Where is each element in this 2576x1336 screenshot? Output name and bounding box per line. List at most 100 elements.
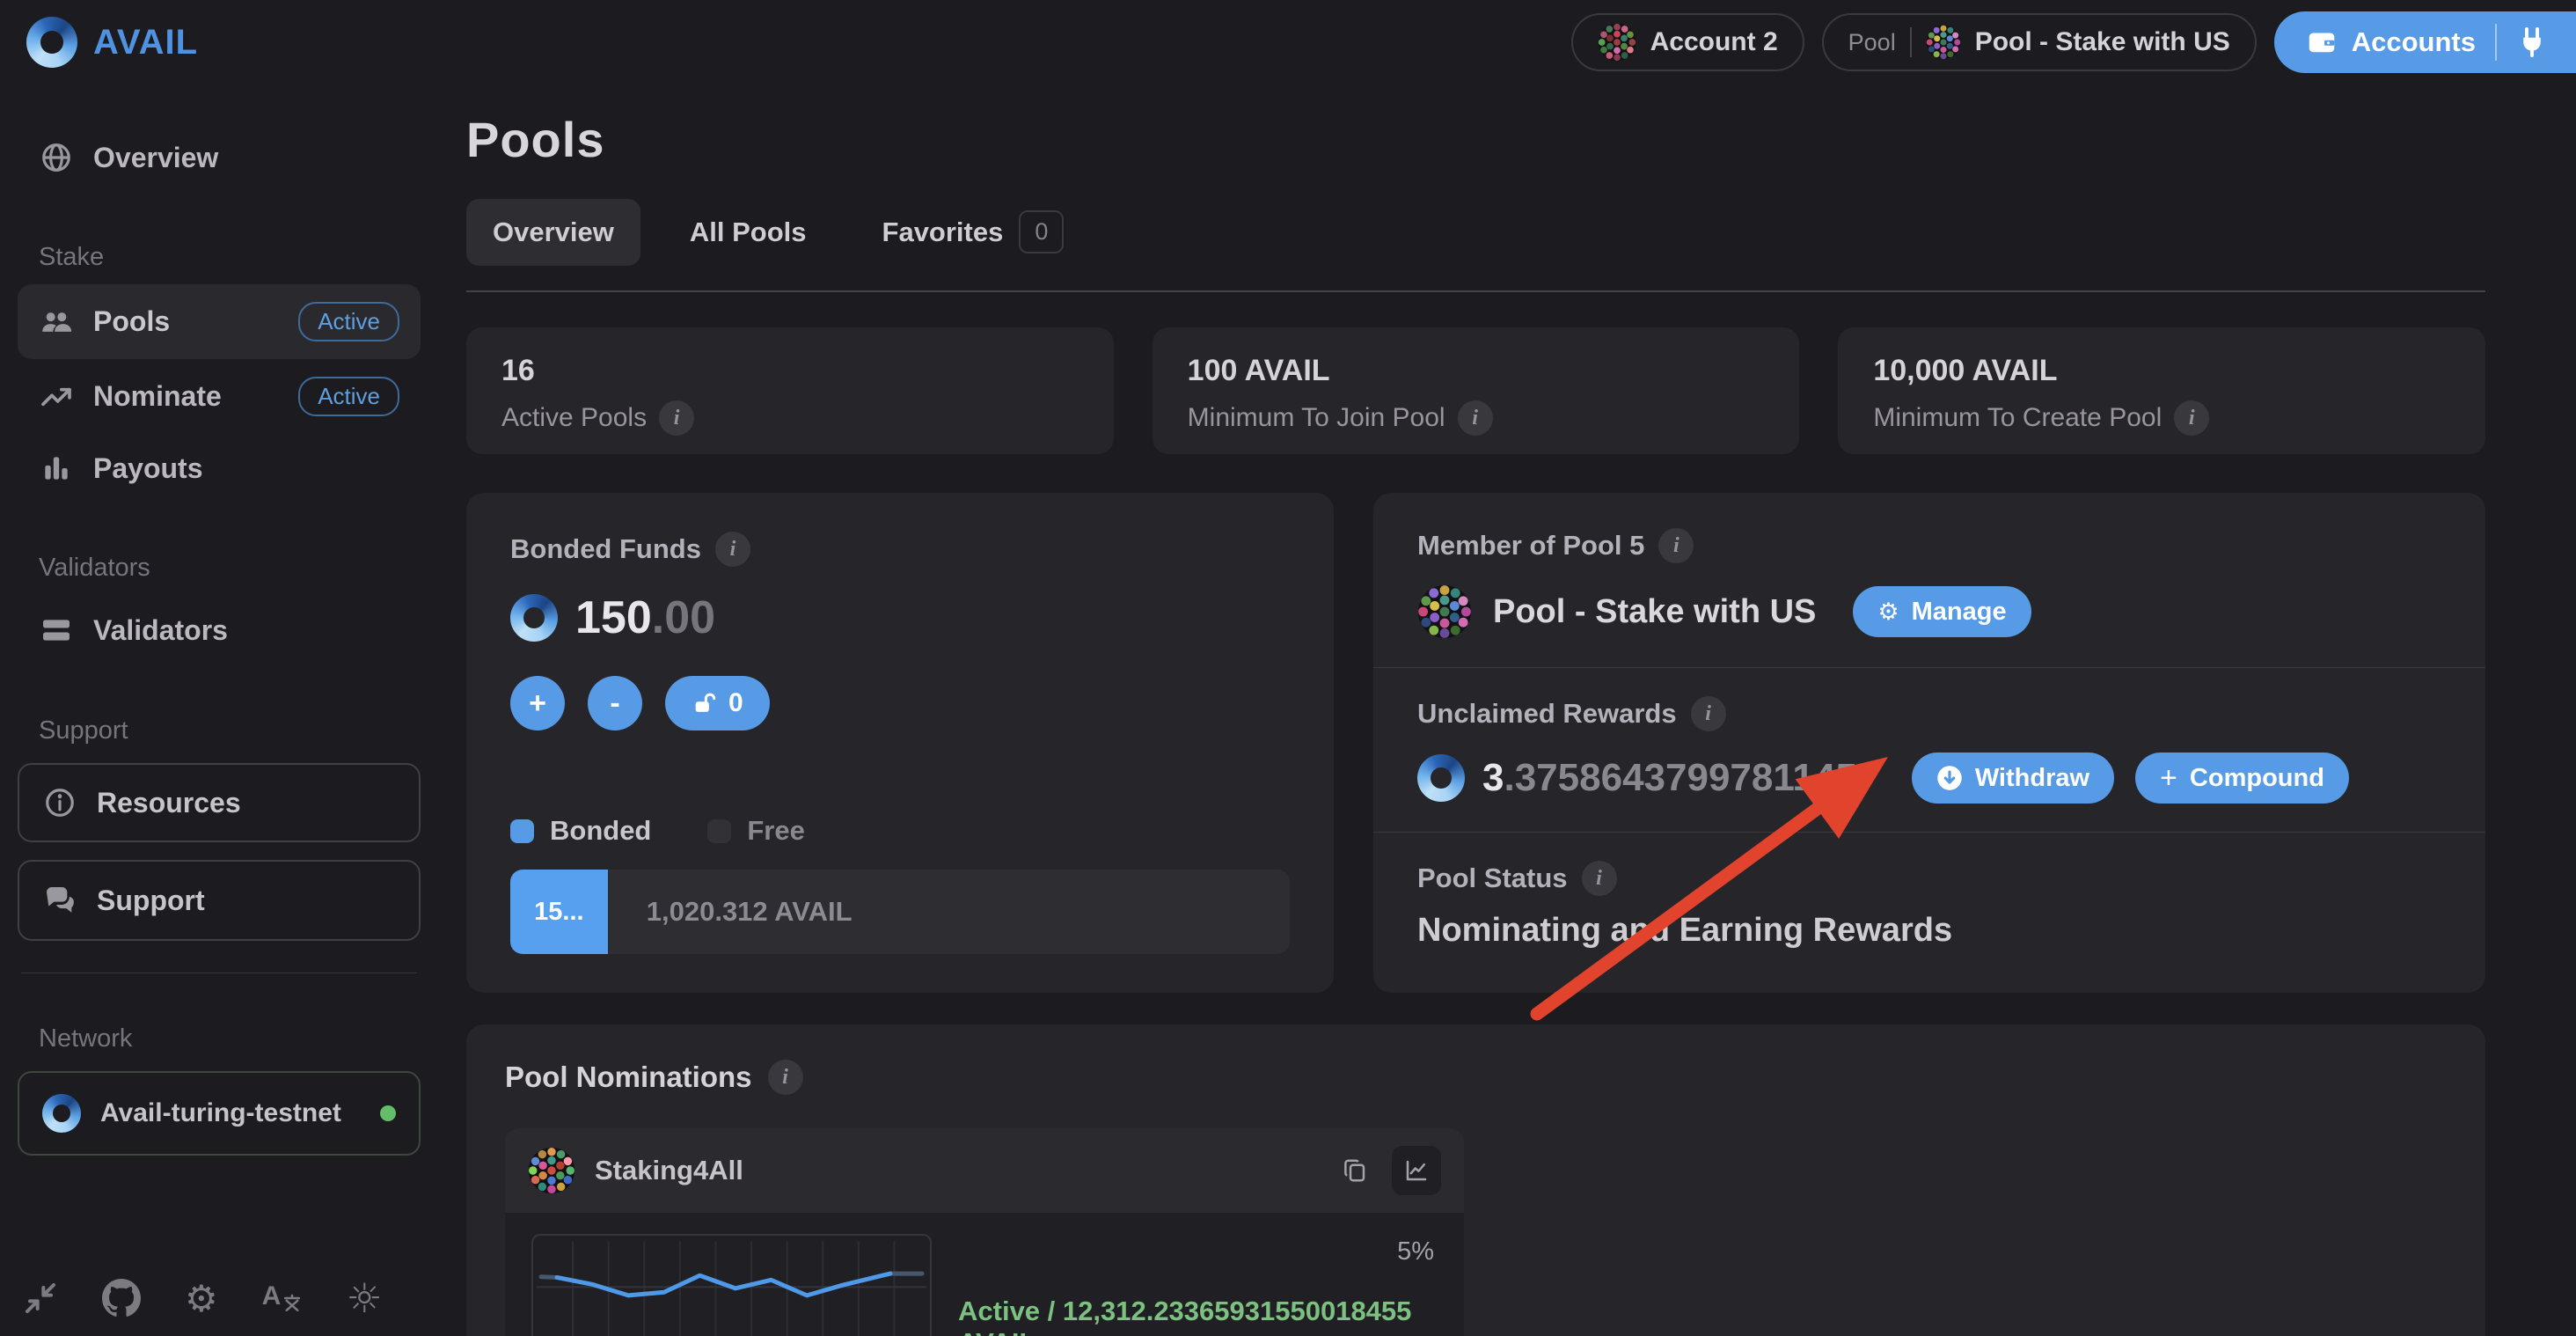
legend-free-label: Free <box>747 815 804 847</box>
account-pill[interactable]: Account 2 <box>1571 13 1804 71</box>
server-icon <box>39 613 74 648</box>
divider <box>1373 832 2485 833</box>
validator-metrics-button[interactable] <box>1392 1146 1441 1195</box>
sidebar-item-payouts[interactable]: Payouts <box>18 434 421 503</box>
bonded-amount-decimals: .00 <box>652 592 715 643</box>
brand-logo[interactable]: AVAIL <box>26 17 198 68</box>
nominate-active-badge: Active <box>298 377 399 416</box>
theme-toggle-button[interactable]: ☼ <box>346 1274 382 1322</box>
accounts-button-label: Accounts <box>2352 26 2476 58</box>
withdraw-button[interactable]: Withdraw <box>1912 752 2114 804</box>
account-pill-label: Account 2 <box>1650 27 1778 57</box>
pool-pill-prefix: Pool <box>1848 29 1896 56</box>
accounts-pill-divider <box>2495 24 2497 61</box>
sidebar-item-nominate[interactable]: Nominate Active <box>18 359 421 434</box>
info-icon[interactable]: i <box>715 532 750 567</box>
stat-label: Minimum To Join Pool <box>1188 403 1445 433</box>
copy-address-button[interactable] <box>1330 1146 1379 1195</box>
pool-pill-label: Pool - Stake with US <box>1975 27 2230 57</box>
app-root: AVAIL Account 2 Pool Pool - Stake with U… <box>0 0 2576 1336</box>
sidebar-item-support[interactable]: Support <box>18 860 421 941</box>
sidebar-item-label: Overview <box>93 142 218 174</box>
chat-bubbles-icon <box>42 883 77 918</box>
stat-value: 10,000 AVAIL <box>1873 354 2450 388</box>
pool-nominations-title: Pool Nominations <box>505 1061 752 1094</box>
network-status-dot <box>380 1105 396 1121</box>
pool-identicon <box>1926 25 1961 60</box>
manage-button[interactable]: ⚙ Manage <box>1853 586 2031 637</box>
unclaimed-amount-decimals: .3758643799781145 <box>1504 756 1856 799</box>
bonded-amount: 150 <box>575 592 652 643</box>
sun-icon: ☼ <box>346 1274 382 1322</box>
stat-card-active-pools: 16 Active Pools i <box>466 327 1114 454</box>
stat-label: Minimum To Create Pool <box>1873 403 2162 433</box>
commission-rate: 5% <box>1397 1237 1434 1266</box>
connect-plug-button[interactable] <box>2516 26 2553 58</box>
bonded-ratio-bar[interactable]: 15... 1,020.312 AVAIL <box>510 870 1290 954</box>
accounts-pill: Accounts <box>2274 11 2576 73</box>
github-icon <box>102 1279 141 1318</box>
avail-token-icon <box>1417 754 1465 802</box>
bond-add-button[interactable]: + <box>510 676 565 730</box>
topbar-right: Account 2 Pool Pool - Stake with US Acco… <box>1571 0 2576 84</box>
info-icon[interactable]: i <box>1582 861 1617 896</box>
tab-label: All Pools <box>690 217 807 248</box>
tabs-divider <box>466 290 2485 292</box>
info-icon[interactable]: i <box>659 400 694 436</box>
sidebar-item-label: Validators <box>93 614 228 647</box>
tab-favorites[interactable]: Favorites 0 <box>856 193 1091 271</box>
avail-token-icon <box>510 594 558 642</box>
stat-value: 100 AVAIL <box>1188 354 1765 388</box>
sidebar-section-validators: Validators <box>18 554 421 583</box>
info-icon[interactable]: i <box>768 1060 803 1095</box>
bonded-legend: Bonded Free <box>510 815 1290 847</box>
sidebar-item-overview[interactable]: Overview <box>18 123 421 192</box>
tabs: Overview All Pools Favorites 0 <box>466 193 2485 271</box>
language-icon: A <box>262 1283 303 1313</box>
pool-status-title: Pool Status <box>1417 863 1568 894</box>
unclaimed-rewards-title: Unclaimed Rewards <box>1417 698 1677 730</box>
compound-button[interactable]: + Compound <box>2135 752 2349 804</box>
settings-button[interactable]: ⚙ <box>185 1277 218 1320</box>
pool-pill[interactable]: Pool Pool - Stake with US <box>1822 13 2257 71</box>
tab-label: Overview <box>493 217 614 248</box>
validator-identicon <box>528 1147 575 1194</box>
era-points-sparkline <box>531 1234 932 1336</box>
info-icon[interactable]: i <box>1658 528 1694 563</box>
language-button[interactable]: A <box>262 1283 303 1313</box>
tab-label: Favorites <box>882 217 1004 248</box>
withdraw-arrow-icon <box>1936 765 1963 791</box>
legend-bonded-swatch <box>510 819 534 843</box>
sidebar-item-validators[interactable]: Validators <box>18 595 421 665</box>
sidebar-item-resources[interactable]: Resources <box>18 763 421 842</box>
pools-active-badge: Active <box>298 302 399 341</box>
accounts-button[interactable]: Accounts <box>2306 26 2476 58</box>
main-content: Pools Overview All Pools Favorites 0 16 … <box>466 84 2485 1336</box>
tab-all-pools[interactable]: All Pools <box>663 199 833 266</box>
validator-name: Staking4All <box>595 1155 743 1186</box>
plug-icon <box>2516 26 2548 58</box>
member-pool-identicon <box>1417 584 1472 639</box>
member-pool-card: Member of Pool 5 i Pool - Stake with US … <box>1373 493 2485 993</box>
nomination-item: Staking4All <box>505 1128 1464 1336</box>
wallet-icon <box>2306 26 2338 58</box>
stats-row: 16 Active Pools i 100 AVAIL Minimum To J… <box>466 327 2485 454</box>
github-button[interactable] <box>102 1279 141 1318</box>
favorites-count-badge: 0 <box>1019 210 1064 253</box>
bonded-bar-fill: 15... <box>510 870 608 954</box>
collapse-sidebar-button[interactable] <box>23 1281 58 1316</box>
pool-nominations-card: Pool Nominations i Staking4All <box>466 1024 2485 1336</box>
divider <box>1373 667 2485 668</box>
tab-overview[interactable]: Overview <box>466 199 640 266</box>
page-title: Pools <box>466 111 2485 168</box>
info-icon[interactable]: i <box>1458 400 1493 436</box>
sidebar-item-pools[interactable]: Pools Active <box>18 284 421 359</box>
unlocks-button[interactable]: 0 <box>665 676 770 730</box>
bond-subtract-button[interactable]: - <box>588 676 642 730</box>
network-selector[interactable]: Avail-turing-testnet <box>18 1071 421 1156</box>
sidebar-section-support: Support <box>18 716 421 745</box>
info-icon[interactable]: i <box>1691 696 1726 731</box>
withdraw-button-label: Withdraw <box>1975 764 2089 793</box>
info-circle-icon <box>42 786 77 819</box>
info-icon[interactable]: i <box>2174 400 2209 436</box>
